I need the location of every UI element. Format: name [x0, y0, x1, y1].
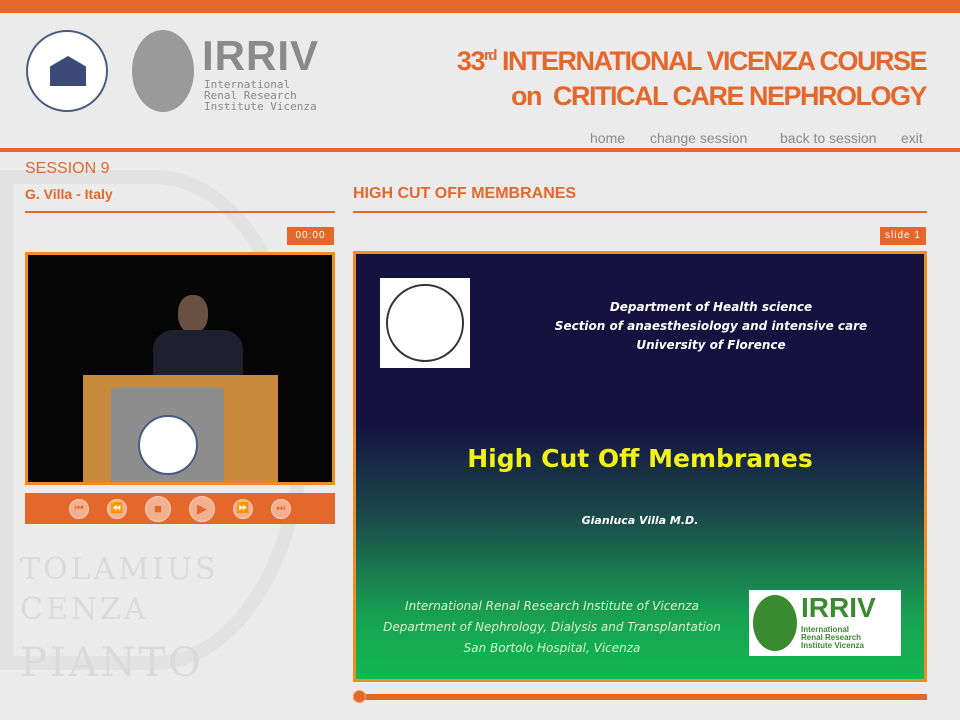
slide-department: Department of Health science Section of … — [506, 298, 916, 355]
top-bar — [0, 0, 960, 13]
slide-institute: International Renal Research Institute o… — [360, 596, 744, 659]
play-button[interactable]: ▶ — [189, 495, 215, 522]
watermark-text: PIANTO — [20, 640, 205, 686]
slide-irriv-logo: IRRIV International Renal Research Insti… — [749, 590, 901, 656]
slide-logo-sub-line: Institute Vicenza — [801, 641, 864, 650]
video-player[interactable] — [25, 252, 335, 485]
slide-number: slide 1 — [880, 227, 926, 245]
skip-start-button[interactable]: ⏮ — [69, 498, 89, 519]
divider — [353, 211, 927, 213]
podium-seal-logo — [138, 415, 198, 475]
irriv-kidney-icon — [753, 595, 797, 651]
slide-title: High Cut Off Membranes — [467, 444, 813, 473]
stop-button[interactable]: ■ — [145, 495, 171, 522]
nav-home-link[interactable]: home — [590, 130, 625, 146]
fast-forward-button[interactable]: ⏩ — [233, 498, 253, 519]
speaker-name: G. Villa - Italy — [25, 186, 113, 202]
speaker-head — [178, 295, 208, 333]
watermark-text: TOLAMIUS — [20, 552, 219, 587]
nav-exit-link[interactable]: exit — [901, 130, 923, 146]
course-title-line1: 33rd INTERNATIONAL VICENZA COURSE — [456, 46, 928, 76]
irriv-subtitle: International Renal Research Institute V… — [204, 79, 317, 112]
header-divider — [0, 148, 960, 152]
skip-end-button[interactable]: ⏭ — [271, 498, 291, 519]
talk-title: HIGH CUT OFF MEMBRANES — [353, 185, 577, 202]
slide-logo-sub: International Renal Research Institute V… — [801, 626, 864, 650]
nephrology-seal-logo — [26, 30, 108, 112]
slide-logo-text: IRRIV — [801, 592, 876, 623]
player-controls: ⏮ ⏪ ■ ▶ ⏩ ⏭ — [25, 493, 335, 524]
watermark-text: CENZA — [20, 592, 149, 627]
dept-line: Department of Health science — [609, 300, 813, 314]
irriv-kidney-icon — [132, 30, 194, 112]
institute-line: San Bortolo Hospital, Vicenza — [463, 641, 641, 655]
time-display: 00:00 — [287, 227, 334, 245]
irriv-sub-line: Institute Vicenza — [204, 100, 317, 113]
divider — [25, 211, 335, 213]
institute-line: International Renal Research Institute o… — [405, 599, 699, 613]
slide-progress-track[interactable] — [353, 694, 927, 700]
dept-line: University of Florence — [636, 338, 786, 352]
slide-progress-handle[interactable] — [353, 690, 366, 703]
slide-author: Gianluca Villa M.D. — [581, 514, 699, 527]
institute-line: Department of Nephrology, Dialysis and T… — [383, 620, 721, 634]
irriv-logo-text: IRRIV — [202, 32, 320, 79]
dept-line: Section of anaesthesiology and intensive… — [554, 319, 868, 333]
course-title-line2: on CRITICAL CARE NEPHROLOGY — [510, 81, 928, 111]
nav-back-to-session-link[interactable]: back to session — [780, 130, 877, 146]
nav-change-session-link[interactable]: change session — [650, 130, 747, 146]
session-label: SESSION 9 — [25, 160, 110, 177]
rewind-button[interactable]: ⏪ — [107, 498, 127, 519]
slide-view: Department of Health science Section of … — [353, 251, 927, 682]
university-seal-logo — [380, 278, 470, 368]
